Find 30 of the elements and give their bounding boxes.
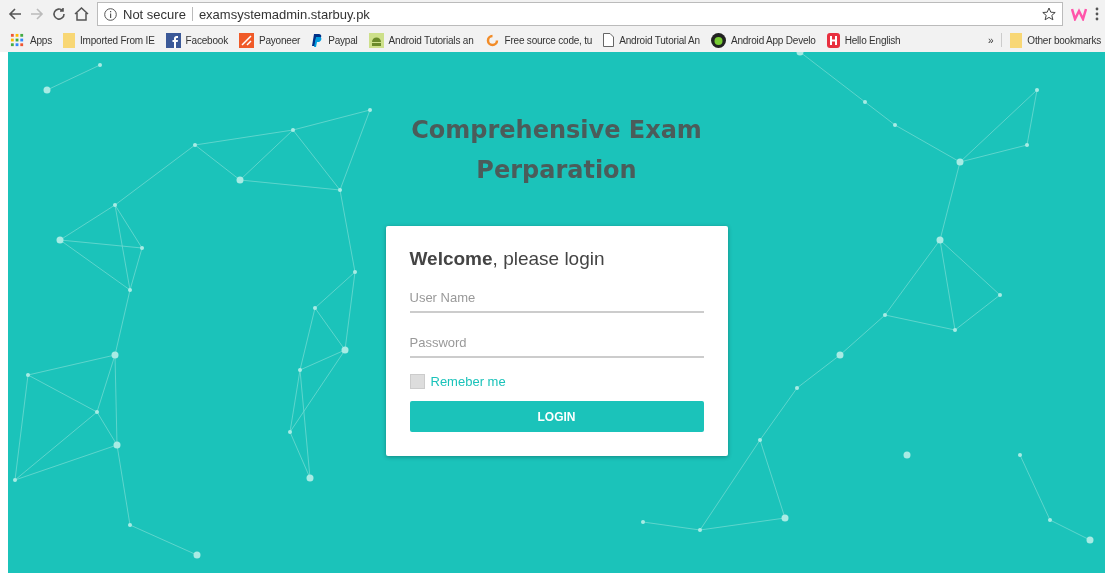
menu-icon[interactable] [1095, 7, 1099, 21]
info-icon [104, 7, 117, 21]
bookmark-link[interactable]: Free source code, tu [504, 34, 593, 46]
extension-icon[interactable] [1071, 7, 1087, 21]
bookmark-link[interactable]: Paypal [328, 34, 358, 46]
bookmark-link[interactable]: Imported From IE [80, 34, 155, 46]
bookmark-link[interactable]: Facebook [185, 34, 228, 46]
page-icon [603, 33, 615, 47]
home-icon[interactable] [74, 7, 89, 21]
bookmark-link[interactable]: Payoneer [258, 34, 301, 46]
apps-icon [10, 32, 25, 48]
folder-icon [1010, 32, 1023, 48]
page-title: Comprehensive Exam Perparation [410, 115, 703, 186]
remember-checkbox[interactable] [409, 374, 425, 389]
reload-icon[interactable] [52, 7, 66, 21]
folder-icon [63, 32, 75, 48]
star-icon[interactable] [1042, 7, 1056, 21]
facebook-icon [165, 32, 181, 48]
back-icon[interactable] [8, 7, 22, 21]
bookmark-link[interactable]: Hello English [844, 34, 901, 46]
security-label: Not secure [123, 6, 186, 22]
bookmark-link[interactable]: Apps [30, 34, 52, 46]
bookmark-link[interactable]: Android Tutorial An [619, 34, 700, 46]
bookmark-link[interactable]: Android Tutorials an [388, 34, 474, 46]
bookmark-link[interactable]: Android App Develo [730, 34, 816, 46]
bookmark-link[interactable]: Other bookmarks [1027, 34, 1101, 46]
login-heading: Welcome, please login [409, 248, 606, 270]
address-bar[interactable]: Not secure examsystemadmin.starbuy.pk [97, 2, 1063, 26]
url-text: examsystemadmin.starbuy.pk [198, 6, 370, 22]
more-bookmarks-button[interactable]: » [987, 34, 994, 46]
